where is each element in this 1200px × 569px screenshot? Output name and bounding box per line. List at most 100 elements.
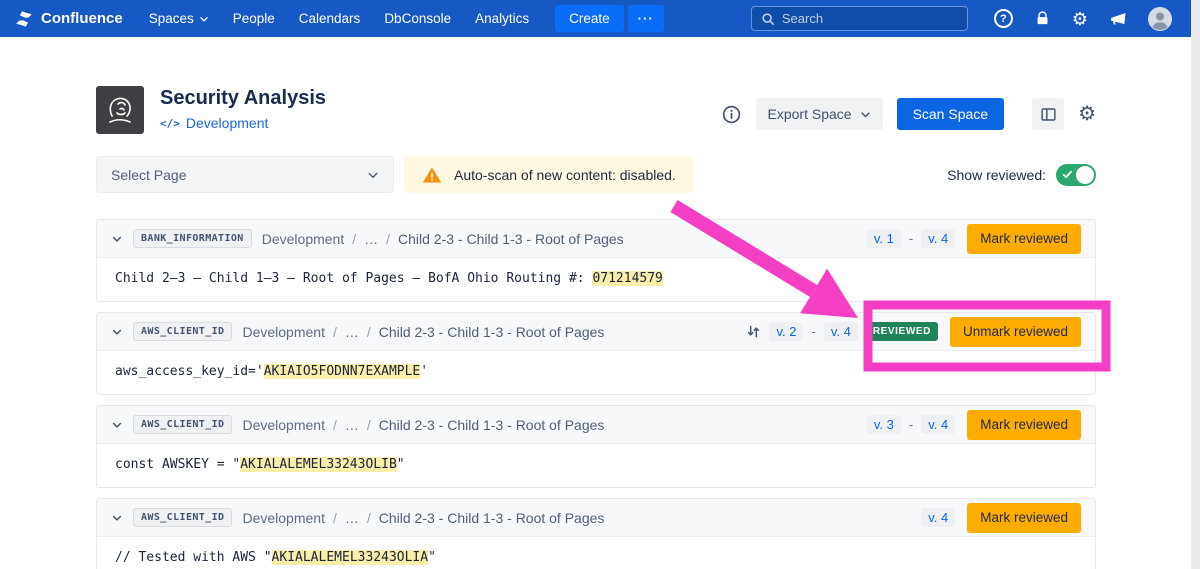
finding-actions: v. 3 - v. 4 Mark reviewed bbox=[867, 410, 1081, 440]
nav-spaces[interactable]: Spaces bbox=[139, 6, 219, 31]
gear-icon[interactable]: ⚙ bbox=[1072, 10, 1088, 28]
chevron-down-icon bbox=[860, 109, 871, 120]
code-highlight: AKIAIO5FODNN7EXAMPLE bbox=[264, 364, 421, 379]
check-icon bbox=[1062, 169, 1073, 180]
select-page-label: Select Page bbox=[111, 167, 187, 183]
export-space-button[interactable]: Export Space bbox=[756, 98, 883, 130]
review-action-button[interactable]: Mark reviewed bbox=[967, 410, 1081, 440]
confluence-logo-icon[interactable] bbox=[14, 9, 34, 29]
finding-card: AWS_CLIENT_ID Development / … / Child 2-… bbox=[96, 498, 1096, 569]
nav-spaces-label: Spaces bbox=[149, 11, 194, 26]
breadcrumb-ellipsis[interactable]: … bbox=[345, 324, 359, 340]
breadcrumb: Development / … / Child 2-3 - Child 1-3 … bbox=[242, 324, 604, 340]
lock-icon[interactable] bbox=[1034, 10, 1051, 27]
finding-card: AWS_CLIENT_ID Development / … / Child 2-… bbox=[96, 312, 1096, 395]
search-box[interactable] bbox=[751, 6, 968, 31]
breadcrumb-ellipsis[interactable]: … bbox=[345, 417, 359, 433]
version-to-chip[interactable]: v. 4 bbox=[921, 229, 955, 248]
finding-actions: v. 1 - v. 4 Mark reviewed bbox=[867, 224, 1081, 254]
sidebar-toggle-button[interactable] bbox=[1032, 98, 1064, 130]
breadcrumb: Development / … / Child 2-3 - Child 1-3 … bbox=[242, 417, 604, 433]
version-from-chip[interactable]: v. 1 bbox=[867, 229, 901, 248]
reviewed-badge: REVIEWED bbox=[866, 322, 938, 341]
finding-actions: v. 4 Mark reviewed bbox=[921, 503, 1081, 533]
space-type-icon: </> bbox=[160, 117, 180, 130]
chevron-down-icon[interactable] bbox=[111, 233, 123, 245]
breadcrumb-page-link[interactable]: Child 2-3 - Child 1-3 - Root of Pages bbox=[379, 510, 605, 526]
finding-code: Child 2–3 – Child 1–3 – Root of Pages – … bbox=[97, 258, 1095, 301]
review-action-button[interactable]: Mark reviewed bbox=[967, 224, 1081, 254]
finding-code: const AWSKEY = "AKIALALEMEL33243OLIB" bbox=[97, 444, 1095, 487]
create-button[interactable]: Create bbox=[555, 5, 624, 32]
version-separator: - bbox=[811, 324, 815, 339]
chevron-down-icon bbox=[367, 169, 379, 181]
version-from-chip[interactable]: v. 3 bbox=[867, 415, 901, 434]
code-highlight: AKIALALEMEL33243OLIA bbox=[272, 550, 429, 565]
finding-header: AWS_CLIENT_ID Development / … / Child 2-… bbox=[97, 499, 1095, 537]
breadcrumb-separator: / bbox=[367, 324, 371, 340]
brand-name[interactable]: Confluence bbox=[41, 10, 123, 27]
help-icon[interactable]: ? bbox=[994, 9, 1013, 28]
page-header: Security Analysis </> Development Export… bbox=[96, 86, 1096, 134]
breadcrumb-space-link[interactable]: Development bbox=[242, 417, 325, 433]
finding-header: AWS_CLIENT_ID Development / … / Child 2-… bbox=[97, 313, 1095, 351]
nav-calendars[interactable]: Calendars bbox=[289, 6, 371, 31]
search-icon bbox=[761, 12, 775, 26]
confluence-page: Confluence Spaces People Calendars DbCon… bbox=[0, 0, 1200, 569]
page-title: Security Analysis bbox=[160, 86, 326, 110]
space-link[interactable]: Development bbox=[186, 115, 269, 131]
review-action-button[interactable]: Mark reviewed bbox=[967, 503, 1081, 533]
topbar: Confluence Spaces People Calendars DbCon… bbox=[0, 0, 1200, 37]
scan-space-button[interactable]: Scan Space bbox=[897, 98, 1005, 130]
chevron-down-icon[interactable] bbox=[111, 512, 123, 524]
space-settings-gear-icon[interactable]: ⚙ bbox=[1078, 104, 1096, 124]
show-reviewed-toggle[interactable] bbox=[1056, 164, 1096, 186]
findings-list: BANK_INFORMATION Development / … / Child… bbox=[96, 219, 1096, 569]
breadcrumb-space-link[interactable]: Development bbox=[242, 324, 325, 340]
breadcrumb-ellipsis[interactable]: … bbox=[345, 510, 359, 526]
show-reviewed-control: Show reviewed: bbox=[947, 164, 1096, 186]
breadcrumb-space-link[interactable]: Development bbox=[262, 231, 345, 247]
review-action-button[interactable]: Unmark reviewed bbox=[950, 317, 1081, 347]
version-to-chip[interactable]: v. 4 bbox=[921, 508, 955, 527]
space-avatar[interactable] bbox=[96, 86, 144, 134]
finding-code: aws_access_key_id='AKIAIO5FODNN7EXAMPLE' bbox=[97, 351, 1095, 394]
search-input[interactable] bbox=[782, 11, 958, 26]
topbar-icons: ? ⚙ bbox=[994, 7, 1172, 31]
finding-type-badge: BANK_INFORMATION bbox=[133, 229, 252, 248]
code-text-post: ' bbox=[420, 364, 428, 379]
toggle-knob bbox=[1076, 166, 1094, 184]
compare-versions-icon[interactable] bbox=[746, 324, 761, 339]
more-button[interactable]: ··· bbox=[628, 5, 664, 32]
topbar-nav: Spaces People Calendars DbConsole Analyt… bbox=[139, 6, 539, 31]
info-icon[interactable] bbox=[721, 104, 742, 125]
code-text-pre: Child 2–3 – Child 1–3 – Root of Pages – … bbox=[115, 271, 592, 286]
nav-people[interactable]: People bbox=[223, 6, 285, 31]
breadcrumb-ellipsis[interactable]: … bbox=[364, 231, 378, 247]
chevron-down-icon[interactable] bbox=[111, 326, 123, 338]
finding-type-badge: AWS_CLIENT_ID bbox=[133, 415, 232, 434]
select-page-dropdown[interactable]: Select Page bbox=[96, 156, 394, 193]
version-separator: - bbox=[909, 417, 913, 432]
finding-card: AWS_CLIENT_ID Development / … / Child 2-… bbox=[96, 405, 1096, 488]
breadcrumb-page-link[interactable]: Child 2-3 - Child 1-3 - Root of Pages bbox=[379, 324, 605, 340]
megaphone-icon[interactable] bbox=[1109, 10, 1127, 28]
breadcrumb-separator: / bbox=[367, 510, 371, 526]
version-to-chip[interactable]: v. 4 bbox=[824, 322, 858, 341]
chevron-down-icon[interactable] bbox=[111, 419, 123, 431]
breadcrumb-separator: / bbox=[367, 417, 371, 433]
header-controls: Export Space Scan Space ⚙ bbox=[721, 98, 1097, 130]
code-highlight: AKIALALEMEL33243OLIB bbox=[240, 457, 397, 472]
breadcrumb-space-link[interactable]: Development bbox=[242, 510, 325, 526]
breadcrumb: Development / … / Child 2-3 - Child 1-3 … bbox=[242, 510, 604, 526]
nav-analytics[interactable]: Analytics bbox=[465, 6, 539, 31]
breadcrumb-separator: / bbox=[352, 231, 356, 247]
nav-dbconsole[interactable]: DbConsole bbox=[374, 6, 461, 31]
breadcrumb-page-link[interactable]: Child 2-3 - Child 1-3 - Root of Pages bbox=[379, 417, 605, 433]
version-to-chip[interactable]: v. 4 bbox=[921, 415, 955, 434]
breadcrumb-page-link[interactable]: Child 2-3 - Child 1-3 - Root of Pages bbox=[398, 231, 624, 247]
finding-card: BANK_INFORMATION Development / … / Child… bbox=[96, 219, 1096, 302]
version-from-chip[interactable]: v. 2 bbox=[769, 322, 803, 341]
avatar[interactable] bbox=[1148, 7, 1172, 31]
finding-type-badge: AWS_CLIENT_ID bbox=[133, 508, 232, 527]
